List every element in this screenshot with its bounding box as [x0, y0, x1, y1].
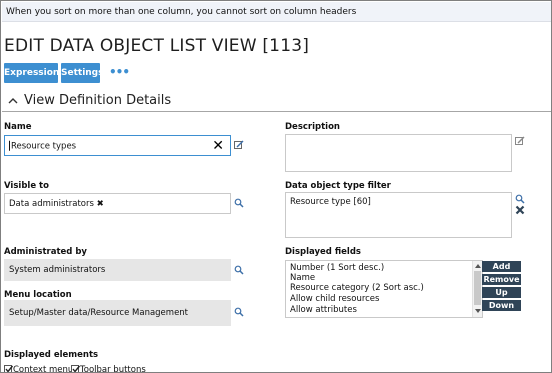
menu-location-label: Menu location	[4, 290, 72, 300]
search-filter-icon[interactable]	[515, 194, 525, 204]
edit-icon[interactable]	[234, 140, 244, 150]
menu-location-field[interactable]: Setup/Master data/Resource Management	[4, 300, 231, 326]
settings-button[interactable]: Settings	[61, 63, 103, 83]
toolbar-buttons-checkbox[interactable]: Toolbar buttons	[71, 365, 146, 373]
chevron-up-icon[interactable]	[7, 95, 19, 107]
menu-location-value: Setup/Master data/Resource Management	[9, 308, 189, 318]
down-button[interactable]: Down	[482, 300, 521, 311]
administrated-by-label: Administrated by	[4, 247, 87, 257]
list-item[interactable]: Allow child resources	[290, 294, 379, 304]
page-title: EDIT DATA OBJECT LIST VIEW [113]	[4, 36, 310, 56]
list-scrollbar[interactable]	[472, 261, 482, 317]
name-label: Name	[4, 122, 32, 132]
displayed-elements-label: Displayed elements	[4, 350, 99, 360]
data-object-type-filter-value: Resource type [60]	[290, 197, 371, 207]
search-administrated-icon[interactable]	[234, 265, 244, 275]
expressions-button[interactable]: Expressions	[4, 63, 65, 83]
clear-icon[interactable]: ✕	[212, 139, 224, 153]
edit-description-icon[interactable]	[515, 136, 525, 146]
list-item[interactable]: Name	[290, 273, 315, 283]
edit-list-view-window: When you sort on more than one column, y…	[0, 0, 552, 373]
displayed-fields-label: Displayed fields	[285, 247, 361, 257]
data-object-type-filter-label: Data object type filter	[285, 181, 391, 191]
toolbar-buttons-label: Toolbar buttons	[80, 365, 146, 373]
context-menu-label: Context menu	[13, 365, 74, 373]
visible-to-value: Data administrators	[9, 198, 94, 209]
data-object-type-filter-field[interactable]: Resource type [60]	[285, 192, 512, 238]
context-menu-checkbox[interactable]: Context menu	[4, 365, 74, 373]
visible-to-field[interactable]: Data administrators ✖	[4, 193, 231, 214]
name-value: Resource types	[11, 140, 77, 151]
administrated-by-value: System administrators	[9, 265, 106, 275]
section-title: View Definition Details	[24, 93, 172, 108]
administrated-by-field[interactable]: System administrators	[4, 259, 231, 281]
name-input[interactable]: Resource types ✕	[4, 135, 231, 156]
remove-button[interactable]: Remove	[482, 274, 521, 285]
list-item[interactable]: Allow attributes	[290, 305, 357, 315]
checkbox-icon[interactable]	[71, 365, 81, 372]
remove-tag-icon[interactable]: ✖	[97, 199, 104, 209]
section-header[interactable]: View Definition Details	[2, 92, 551, 112]
info-banner: When you sort on more than one column, y…	[2, 2, 551, 22]
description-textarea[interactable]	[285, 134, 512, 172]
scroll-thumb[interactable]	[474, 271, 481, 305]
clear-filter-icon[interactable]	[515, 205, 525, 215]
search-menu-location-icon[interactable]	[234, 307, 244, 317]
list-item[interactable]: Number (1 Sort desc.)	[290, 263, 384, 273]
description-label: Description	[285, 122, 340, 132]
scroll-down-icon[interactable]	[475, 309, 481, 313]
list-item[interactable]: Resource category (2 Sort asc.)	[290, 283, 424, 293]
visible-to-label: Visible to	[4, 181, 49, 191]
up-button[interactable]: Up	[482, 287, 521, 298]
more-options-button[interactable]: •••	[109, 63, 130, 83]
scroll-up-icon[interactable]	[475, 264, 481, 268]
checkbox-icon[interactable]	[4, 365, 14, 372]
search-icon[interactable]	[234, 198, 244, 208]
displayed-fields-list[interactable]: Number (1 Sort desc.) Name Resource cate…	[285, 260, 483, 318]
add-button[interactable]: Add	[482, 261, 521, 272]
